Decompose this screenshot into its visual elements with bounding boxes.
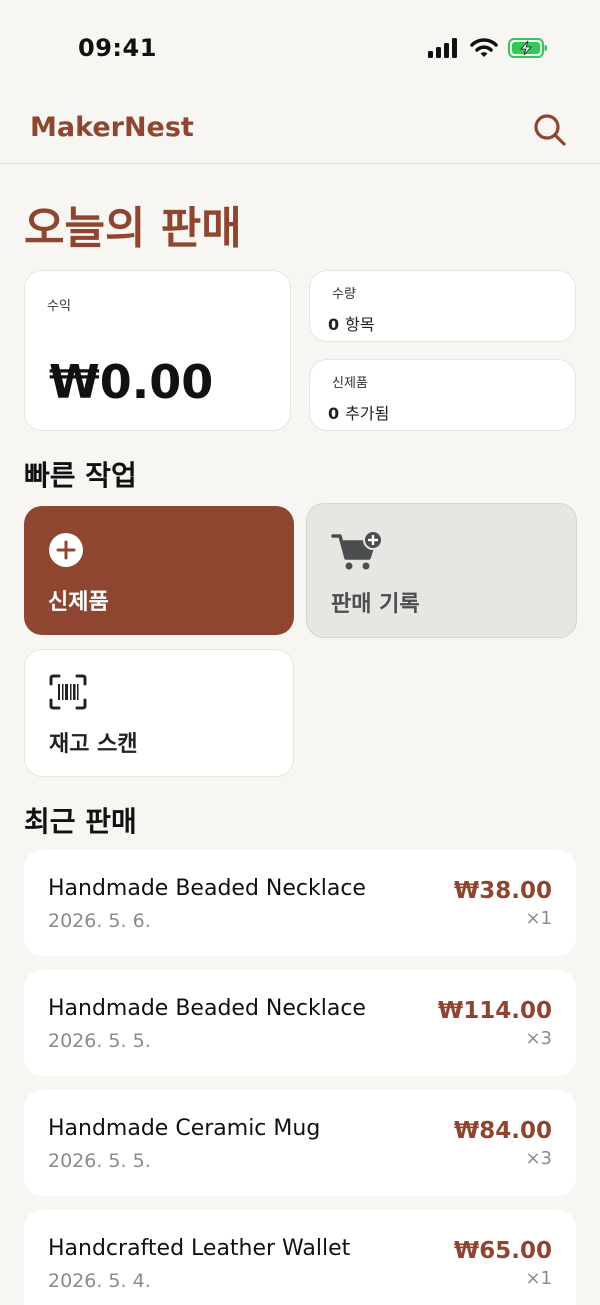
sale-date: 2026. 5. 5. <box>48 1150 151 1172</box>
new-products-count: 0 <box>328 404 340 423</box>
sale-product-name: Handcrafted Leather Wallet <box>48 1236 351 1261</box>
status-bar: 09:41 <box>0 0 600 96</box>
record-sale-label: 판매 기록 <box>331 592 420 617</box>
sale-quantity: ×3 <box>525 1028 552 1049</box>
sale-date: 2026. 5. 4. <box>48 1270 151 1292</box>
scan-inventory-button[interactable]: 재고 스캔 <box>24 649 294 777</box>
sale-date: 2026. 5. 5. <box>48 1030 151 1052</box>
search-icon <box>534 114 566 146</box>
battery-charging-icon <box>508 38 547 58</box>
sale-quantity: ×1 <box>525 908 552 929</box>
revenue-label: 수익 <box>47 299 71 314</box>
quantity-unit: 항목 <box>345 315 375 334</box>
sale-price: ₩65.00 <box>453 1238 552 1264</box>
wifi-icon <box>470 38 498 57</box>
quantity-label: 수량 <box>332 287 356 302</box>
quantity-card: 수량 0 항목 <box>309 270 576 342</box>
record-sale-button[interactable]: 판매 기록 <box>306 503 577 638</box>
new-products-card: 신제품 0 추가됨 <box>309 359 576 431</box>
sale-product-name: Handmade Beaded Necklace <box>48 876 366 901</box>
sale-item[interactable]: Handcrafted Leather Wallet 2026. 5. 4. ₩… <box>24 1210 576 1305</box>
search-button[interactable] <box>530 110 570 150</box>
sale-item[interactable]: Handmade Ceramic Mug 2026. 5. 5. ₩84.00 … <box>24 1090 576 1196</box>
page-title: 오늘의 판매 <box>24 203 242 254</box>
sale-price: ₩38.00 <box>453 878 552 904</box>
new-products-unit: 추가됨 <box>345 404 390 423</box>
new-products-label: 신제품 <box>332 376 368 391</box>
new-product-button[interactable]: 신제품 <box>24 506 294 635</box>
plus-circle-icon <box>49 533 83 567</box>
app-header: MakerNest <box>0 96 600 164</box>
barcode-scan-icon <box>49 674 87 710</box>
revenue-card: 수익 ₩0.00 <box>24 270 291 431</box>
status-time: 09:41 <box>78 34 157 62</box>
status-icons <box>428 38 548 58</box>
sale-item[interactable]: Handmade Beaded Necklace 2026. 5. 5. ₩11… <box>24 970 576 1076</box>
sale-quantity: ×3 <box>525 1148 552 1169</box>
revenue-value: ₩0.00 <box>49 355 214 409</box>
sale-price: ₩84.00 <box>453 1118 552 1144</box>
sale-price: ₩114.00 <box>437 998 552 1024</box>
sale-product-name: Handmade Beaded Necklace <box>48 996 366 1021</box>
quantity-line: 0 항목 <box>328 311 375 335</box>
quantity-count: 0 <box>328 315 340 334</box>
sale-date: 2026. 5. 6. <box>48 910 151 932</box>
brand-logo: MakerNest <box>30 112 194 143</box>
new-products-line: 0 추가됨 <box>328 400 389 424</box>
scan-inventory-label: 재고 스캔 <box>49 732 138 757</box>
sale-quantity: ×1 <box>525 1268 552 1289</box>
cellular-signal-icon <box>428 38 457 58</box>
sale-item[interactable]: Handmade Beaded Necklace 2026. 5. 6. ₩38… <box>24 850 576 956</box>
cart-plus-icon <box>331 530 383 570</box>
quick-actions-title: 빠른 작업 <box>24 459 137 492</box>
sale-product-name: Handmade Ceramic Mug <box>48 1116 321 1141</box>
new-product-label: 신제품 <box>48 590 109 615</box>
recent-sales-title: 최근 판매 <box>24 805 137 838</box>
